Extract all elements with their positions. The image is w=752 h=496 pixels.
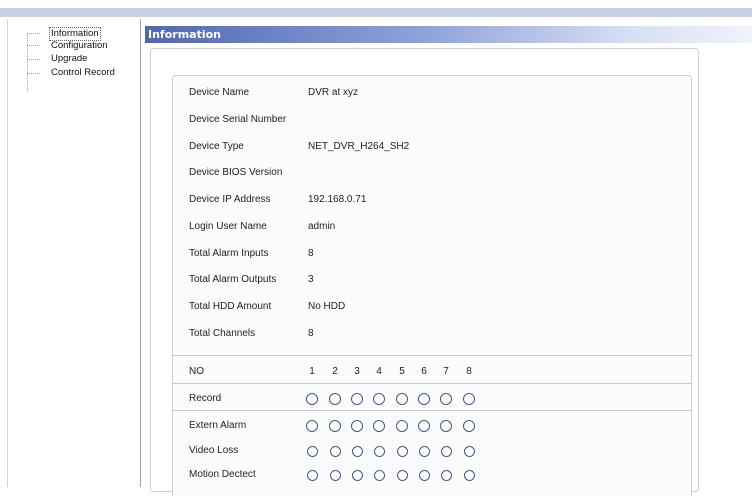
motion-detect-indicator: [352, 470, 363, 481]
video-loss-indicator: [330, 446, 341, 457]
record-status-indicator: [351, 393, 363, 405]
record-status-indicator: [373, 393, 385, 405]
channel-number: 2: [332, 366, 338, 377]
login-user-value: admin: [308, 221, 336, 232]
video-loss-indicator: [307, 446, 318, 457]
device-serial-label: Device Serial Number: [189, 114, 287, 125]
motion-detect-indicator: [397, 470, 408, 481]
panel-title-bar: Information: [145, 26, 752, 43]
alarm-inputs-value: 8: [308, 248, 314, 259]
record-status-indicator: [396, 393, 408, 405]
top-bar-strip: [0, 8, 752, 17]
alarm-outputs-label: Total Alarm Outputs: [189, 274, 277, 285]
information-panel: Information Device Name DVR at xyz Devic…: [145, 19, 752, 496]
video-loss-indicator: [419, 446, 430, 457]
total-channels-label: Total Channels: [189, 328, 256, 339]
record-label: Record: [189, 393, 222, 404]
bios-version-label: Device BIOS Version: [189, 167, 283, 178]
channel-number: 4: [376, 366, 382, 377]
device-type-label: Device Type: [189, 141, 244, 152]
video-loss-label: Video Loss: [189, 445, 239, 456]
divider: [173, 355, 691, 356]
extern-alarm-indicator: [351, 420, 363, 432]
record-status-indicator: [418, 393, 430, 405]
record-status-indicator: [463, 393, 475, 405]
motion-detect-indicator: [330, 470, 341, 481]
motion-detect-indicator: [464, 470, 475, 481]
extern-alarm-indicator: [418, 420, 430, 432]
extern-alarm-indicator: [463, 420, 475, 432]
device-name-value: DVR at xyz: [308, 87, 359, 98]
extern-alarm-indicator: [329, 420, 341, 432]
extern-alarm-indicator: [396, 420, 408, 432]
extern-alarm-label: Extern Alarm: [189, 420, 247, 431]
record-status-indicator: [440, 393, 452, 405]
video-loss-indicator: [374, 446, 385, 457]
tree-connector: [27, 59, 40, 61]
alarm-inputs-label: Total Alarm Inputs: [189, 248, 269, 259]
motion-detect-indicator: [419, 470, 430, 481]
motion-detect-label: Motion Dectect: [189, 469, 256, 480]
login-user-label: Login User Name: [189, 221, 267, 232]
extern-alarm-indicator: [306, 420, 318, 432]
extern-alarm-indicator: [440, 420, 452, 432]
tree-connector: [27, 73, 40, 75]
ip-address-value: 192.168.0.71: [308, 194, 367, 205]
channel-number: 1: [309, 366, 315, 377]
motion-detect-indicator: [307, 470, 318, 481]
record-status-indicator: [306, 393, 318, 405]
device-type-value: NET_DVR_H264_SH2: [308, 141, 410, 152]
tree-item-control-record[interactable]: Control Record: [49, 67, 117, 79]
channel-number: 5: [399, 366, 405, 377]
video-loss-indicator: [352, 446, 363, 457]
channel-number: 3: [354, 366, 360, 377]
panel-title: Information: [148, 28, 221, 41]
device-name-label: Device Name: [189, 87, 250, 98]
motion-detect-indicator: [374, 470, 385, 481]
tree-connector-line: [27, 33, 29, 91]
channel-number: 8: [466, 366, 472, 377]
hdd-amount-value: No HDD: [308, 301, 346, 312]
total-channels-value: 8: [308, 328, 314, 339]
tree-connector: [27, 33, 40, 35]
hdd-amount-label: Total HDD Amount: [189, 301, 272, 312]
tree-connector: [27, 45, 40, 47]
tree-item-upgrade[interactable]: Upgrade: [49, 53, 89, 65]
video-loss-indicator: [441, 446, 452, 457]
channel-number: 7: [443, 366, 449, 377]
divider: [173, 410, 691, 411]
channel-number-label: NO: [189, 366, 204, 377]
outer-group-box: Device Name DVR at xyz Device Serial Num…: [150, 48, 699, 496]
navigation-tree: Information Configuration Upgrade Contro…: [7, 19, 141, 487]
tree-item-information[interactable]: Information: [49, 27, 101, 41]
extern-alarm-indicator: [373, 420, 385, 432]
video-loss-indicator: [464, 446, 475, 457]
video-loss-indicator: [397, 446, 408, 457]
alarm-outputs-value: 3: [308, 274, 314, 285]
record-status-indicator: [329, 393, 341, 405]
tree-item-configuration[interactable]: Configuration: [49, 40, 110, 52]
motion-detect-indicator: [441, 470, 452, 481]
channel-number: 6: [421, 366, 427, 377]
ip-address-label: Device IP Address: [189, 194, 271, 205]
top-bar: [0, 0, 752, 19]
divider: [173, 383, 691, 384]
device-info-box: Device Name DVR at xyz Device Serial Num…: [172, 75, 692, 496]
